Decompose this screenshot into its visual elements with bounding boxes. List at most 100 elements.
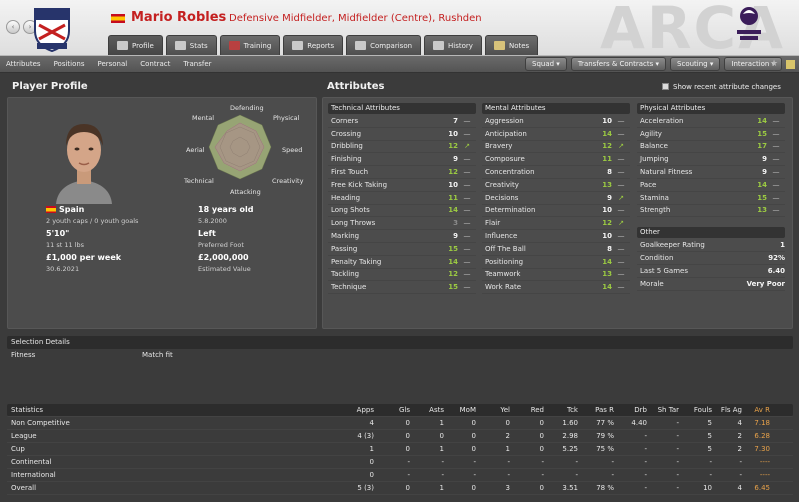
table-row[interactable]: Continental 0- - - - - - - - - - - ---- bbox=[7, 456, 793, 469]
subnav-attributes[interactable]: Attributes bbox=[6, 60, 41, 68]
column-header[interactable]: Asts bbox=[410, 406, 444, 414]
attribute-row[interactable]: Crossing 10 — bbox=[328, 128, 476, 141]
attribute-row[interactable]: Positioning 14 — bbox=[482, 256, 630, 269]
stats-icon bbox=[174, 41, 186, 50]
attribute-row[interactable]: Decisions 9 ↗ bbox=[482, 192, 630, 205]
attribute-row[interactable]: Composure 11 — bbox=[482, 153, 630, 167]
attribute-row[interactable]: Determination 10 — bbox=[482, 205, 630, 218]
transfers-contracts-dropdown[interactable]: Transfers & Contracts ▾ bbox=[570, 57, 667, 71]
attribute-row[interactable]: Heading 11 — bbox=[328, 192, 476, 205]
attribute-row[interactable]: Agility 15 — bbox=[637, 128, 785, 141]
attribute-value: 1 bbox=[780, 241, 785, 250]
table-cell: 1 bbox=[369, 445, 374, 453]
tab-reports[interactable]: Reports bbox=[283, 35, 344, 55]
note-icon[interactable] bbox=[786, 60, 795, 69]
mental-attributes-column: Mental Attributes Aggression 10— Anticipat… bbox=[482, 103, 630, 295]
attribute-row[interactable]: Stamina 15 — bbox=[637, 192, 785, 205]
notes-icon bbox=[493, 41, 505, 50]
trend-flat-icon: — bbox=[463, 116, 471, 125]
column-header[interactable]: Fouls bbox=[679, 406, 712, 414]
back-button[interactable]: ‹ bbox=[6, 20, 20, 34]
column-header[interactable]: Red bbox=[510, 406, 544, 414]
attribute-row[interactable]: Acceleration 14 — bbox=[637, 115, 785, 128]
sub-navigation: Attributes Positions Personal Contract T… bbox=[0, 56, 799, 73]
history-icon bbox=[433, 41, 445, 50]
attribute-row[interactable]: Teamwork 13 — bbox=[482, 269, 630, 282]
attribute-name: Free Kick Taking bbox=[331, 180, 388, 189]
attribute-row[interactable]: Jumping 9 — bbox=[637, 153, 785, 167]
table-row[interactable]: Overall 5 (3) 0 1 0 3 0 3.51 78 % - -10 4 6.45 bbox=[7, 482, 793, 495]
attribute-row[interactable]: Bravery 12 ↗ bbox=[482, 141, 630, 154]
show-recent-changes-toggle[interactable]: Show recent attribute changes bbox=[662, 83, 781, 91]
table-cell: ---- bbox=[759, 471, 770, 479]
table-row[interactable]: League 4 (3) 0 0 0 2 0 2.98 79 % - - 5 2 6.28 bbox=[7, 430, 793, 443]
attribute-row[interactable]: Work Rate 14 — bbox=[482, 281, 630, 295]
attribute-row[interactable]: Pace 14 — bbox=[637, 179, 785, 192]
column-header[interactable]: Gls bbox=[374, 406, 410, 414]
attribute-row[interactable]: Finishing 9 — bbox=[328, 153, 476, 167]
attribute-row[interactable]: Tackling 12 — bbox=[328, 269, 476, 282]
tab-history[interactable]: History bbox=[424, 35, 482, 55]
attribute-row[interactable]: Concentration 8 — bbox=[482, 166, 630, 179]
attribute-row[interactable]: First Touch 12 — bbox=[328, 166, 476, 179]
table-row[interactable]: International 0- - - - - - - - - - - ---- bbox=[7, 469, 793, 482]
shortlist-star-icon[interactable]: ★ bbox=[770, 59, 778, 69]
tab-stats[interactable]: Stats bbox=[165, 35, 217, 55]
attribute-row[interactable]: Creativity 13 — bbox=[482, 179, 630, 192]
subnav-transfer[interactable]: Transfer bbox=[183, 60, 211, 68]
table-row[interactable]: Cup 1 0 1 0 1 0 5.25 75 % - - 5 2 7.30 bbox=[7, 443, 793, 456]
column-header[interactable]: Yel bbox=[476, 406, 510, 414]
technical-attributes-column: Technical Attributes Corners 7 — Crossing 10… bbox=[328, 103, 476, 295]
attribute-row[interactable]: Marking 9 — bbox=[328, 230, 476, 243]
subnav-positions[interactable]: Positions bbox=[54, 60, 85, 68]
column-header[interactable]: Tck bbox=[544, 406, 578, 414]
tab-profile[interactable]: Profile bbox=[108, 35, 163, 55]
attribute-row[interactable]: Anticipation 14 — bbox=[482, 128, 630, 141]
checkbox-icon[interactable] bbox=[662, 83, 669, 90]
table-row[interactable]: Non Competitive 4 0 1 0 0 0 1.60 77 % 4.40 - 5 4 7.18 bbox=[7, 417, 793, 430]
column-header[interactable]: MoM bbox=[444, 406, 476, 414]
attribute-row[interactable]: Last 5 Games 6.40 bbox=[637, 265, 785, 278]
attribute-value: 10 bbox=[448, 129, 458, 138]
player-role: Defensive Midfielder, Midfielder (Centre… bbox=[229, 13, 482, 24]
attribute-row[interactable]: Off The Ball 8 — bbox=[482, 243, 630, 256]
column-header[interactable]: Fls Ag bbox=[712, 406, 742, 414]
attribute-row[interactable]: Condition 92% bbox=[637, 252, 785, 265]
attribute-row[interactable]: Morale Very Poor bbox=[637, 278, 785, 291]
table-cell: 0 bbox=[471, 419, 476, 427]
attribute-row[interactable]: Strength 13 — bbox=[637, 205, 785, 218]
tab-training[interactable]: Training bbox=[219, 35, 281, 55]
tab-comparison[interactable]: Comparison bbox=[346, 35, 422, 55]
fitness-label: Fitness bbox=[11, 351, 36, 359]
column-header[interactable]: Av R bbox=[742, 406, 770, 414]
attribute-row[interactable]: Passing 15 — bbox=[328, 243, 476, 256]
subnav-contract[interactable]: Contract bbox=[140, 60, 170, 68]
column-header[interactable]: Drb bbox=[614, 406, 647, 414]
scouting-dropdown[interactable]: Scouting ▾ bbox=[670, 57, 721, 71]
attribute-row[interactable]: Goalkeeper Rating 1 bbox=[637, 239, 785, 253]
attribute-name: Passing bbox=[331, 244, 358, 253]
attribute-row[interactable]: Natural Fitness 9 — bbox=[637, 166, 785, 179]
table-cell: - bbox=[473, 458, 476, 466]
table-cell: 1.60 bbox=[562, 419, 578, 427]
attribute-row[interactable]: Balance 17 — bbox=[637, 141, 785, 154]
attribute-row[interactable]: Influence 10 — bbox=[482, 230, 630, 243]
tab-notes[interactable]: Notes bbox=[484, 35, 539, 55]
squad-dropdown[interactable]: Squad ▾ bbox=[525, 57, 567, 71]
subnav-personal[interactable]: Personal bbox=[97, 60, 127, 68]
attribute-row[interactable]: Dribbling 12 ↗ bbox=[328, 141, 476, 154]
column-header[interactable]: Apps bbox=[317, 406, 374, 414]
attribute-row[interactable]: Long Shots 14 — bbox=[328, 205, 476, 218]
attribute-row[interactable]: Technique 15 — bbox=[328, 281, 476, 295]
trend-up-icon: ↗ bbox=[618, 142, 624, 151]
attribute-row[interactable]: Aggression 10 — bbox=[482, 115, 630, 128]
attribute-row[interactable]: Long Throws 3 — bbox=[328, 217, 476, 231]
column-header[interactable]: Pas R bbox=[578, 406, 614, 414]
attribute-row[interactable]: Penalty Taking 14 — bbox=[328, 256, 476, 269]
attribute-row[interactable]: Free Kick Taking 10 — bbox=[328, 179, 476, 192]
table-cell: 4 bbox=[737, 419, 742, 427]
attribute-row[interactable]: Corners 7 — bbox=[328, 115, 476, 128]
column-header[interactable]: Sh Tar bbox=[647, 406, 679, 414]
attribute-row[interactable]: Flair 12 ↗ bbox=[482, 217, 630, 231]
attribute-value: 14 bbox=[602, 257, 612, 266]
